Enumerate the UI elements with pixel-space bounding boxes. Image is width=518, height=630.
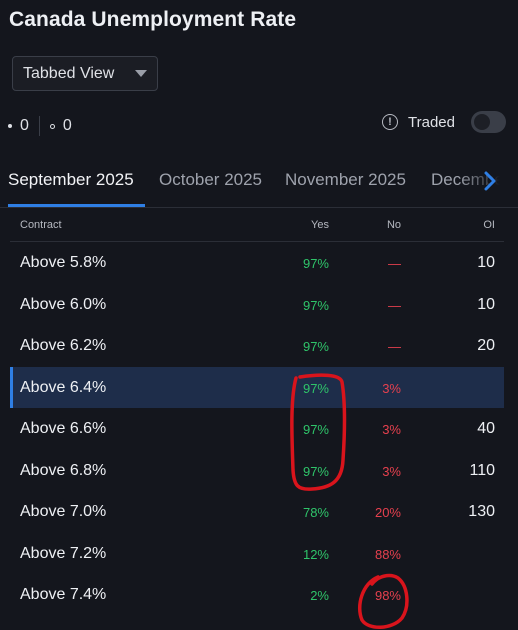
row-no-price[interactable]: 98% (375, 588, 401, 603)
row-no-price[interactable]: 3% (382, 464, 401, 479)
tab-october-2025[interactable]: October 2025 (159, 170, 262, 190)
month-tabs: September 2025 October 2025 November 202… (0, 158, 518, 208)
traded-filter: ! Traded (382, 111, 506, 133)
table-row[interactable]: Above 7.0% 78% 20% 130 (10, 491, 504, 533)
contracts-table: Contract Yes No OI Above 5.8% 97% — 10 A… (10, 209, 504, 616)
row-yes-price[interactable]: 97% (303, 381, 329, 396)
filled-count: 0 (20, 117, 29, 134)
chevron-right-icon[interactable] (480, 169, 500, 193)
header-oi: OI (483, 219, 495, 231)
table-row[interactable]: Above 6.0% 97% — 10 (10, 284, 504, 326)
row-no-price[interactable]: — (388, 256, 401, 271)
row-no-price[interactable]: — (388, 339, 401, 354)
row-contract: Above 7.2% (20, 544, 107, 562)
row-yes-price[interactable]: 78% (303, 505, 329, 520)
table-row[interactable]: Above 7.4% 2% 98% (10, 574, 504, 616)
row-contract: Above 7.4% (20, 586, 107, 603)
table-row[interactable]: Above 6.8% 97% 3% 110 (10, 450, 504, 492)
row-no-price[interactable]: 20% (375, 505, 401, 520)
tab-september-2025[interactable]: September 2025 (8, 170, 134, 190)
row-contract: Above 6.6% (20, 420, 107, 437)
header-contract: Contract (20, 219, 62, 231)
filled-dot-icon (8, 124, 12, 128)
table-row[interactable]: Above 6.2% 97% — 20 (10, 325, 504, 367)
table-row[interactable]: Above 7.2% 12% 88% (10, 533, 504, 575)
row-contract: Above 5.8% (20, 254, 107, 271)
hollow-dot-icon (49, 123, 55, 129)
row-no-price[interactable]: 3% (382, 422, 401, 437)
row-yes-price[interactable]: 97% (303, 422, 329, 437)
info-icon[interactable]: ! (382, 114, 399, 130)
row-contract: Above 7.0% (20, 503, 107, 520)
row-no-price[interactable]: — (388, 298, 401, 313)
traded-label: Traded (408, 113, 455, 131)
row-contract: Above 6.2% (20, 337, 107, 354)
row-yes-price[interactable]: 12% (303, 547, 329, 562)
chevron-down-icon (135, 70, 147, 77)
header-yes: Yes (311, 219, 329, 231)
page-title: Canada Unemployment Rate (9, 8, 297, 31)
header-no: No (386, 219, 401, 231)
view-mode-select[interactable]: Tabbed View (12, 56, 158, 91)
row-open-interest: 130 (468, 503, 495, 520)
row-open-interest: 110 (469, 461, 495, 479)
row-contract: Above 6.4% (20, 378, 107, 396)
row-yes-price[interactable]: 97% (303, 464, 329, 479)
row-no-price[interactable]: 3% (382, 381, 401, 396)
traded-toggle[interactable] (471, 111, 506, 133)
row-open-interest: 10 (477, 295, 495, 313)
active-tab-indicator (8, 204, 145, 207)
divider (38, 116, 40, 136)
table-row[interactable]: Above 6.6% 97% 3% 40 (10, 408, 504, 450)
row-open-interest: 20 (477, 337, 495, 354)
table-row[interactable]: Above 5.8% 97% — 10 (10, 242, 504, 284)
row-open-interest: 10 (477, 254, 495, 271)
hollow-count: 0 (62, 117, 72, 134)
row-yes-price[interactable]: 97% (303, 256, 329, 271)
row-no-price[interactable]: 88% (375, 547, 401, 562)
row-open-interest: 40 (477, 420, 495, 437)
toggle-knob (474, 114, 490, 130)
row-contract: Above 6.0% (20, 295, 107, 313)
position-counters: 0 0 (8, 116, 72, 136)
row-contract: Above 6.8% (20, 461, 107, 479)
tab-november-2025[interactable]: November 2025 (285, 170, 406, 190)
table-row-selected[interactable]: Above 6.4% 97% 3% (10, 366, 504, 408)
view-mode-value: Tabbed View (23, 64, 115, 82)
row-yes-price[interactable]: 97% (303, 339, 329, 354)
row-yes-price[interactable]: 97% (303, 298, 329, 313)
row-yes-price[interactable]: 2% (310, 588, 329, 603)
table-header: Contract Yes No OI (10, 209, 504, 242)
